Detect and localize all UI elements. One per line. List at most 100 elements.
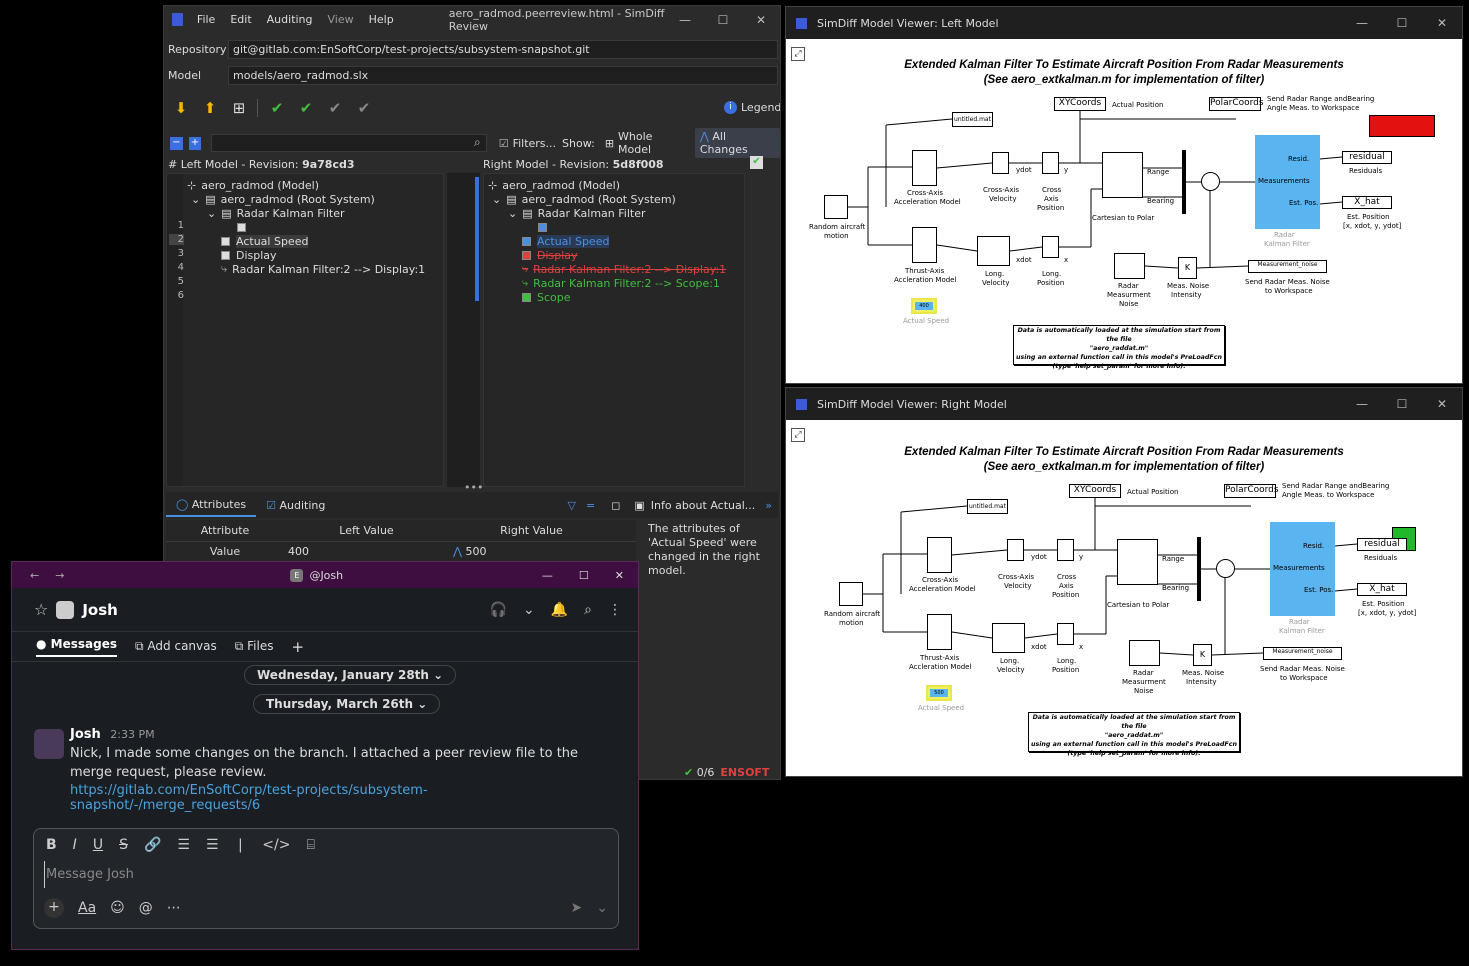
- cartesian-polar-block[interactable]: [1117, 539, 1158, 585]
- expand-right-icon[interactable]: »: [765, 499, 772, 512]
- tree-node-removed[interactable]: Display: [522, 248, 578, 262]
- measurement-noise-block[interactable]: Measurement_noise: [1248, 260, 1327, 273]
- plus-icon[interactable]: +: [44, 898, 64, 918]
- tree-node-added[interactable]: Scope: [522, 290, 571, 304]
- cartesian-polar-block[interactable]: [1102, 152, 1143, 198]
- more-icon[interactable]: ⋮: [608, 602, 622, 618]
- table-row[interactable]: Value 400 ⋀ 500: [166, 542, 636, 560]
- random-motion-block[interactable]: [839, 582, 863, 606]
- send-icon[interactable]: ➤: [571, 900, 583, 916]
- reviewed-check-icon[interactable]: ✔: [750, 156, 763, 169]
- menu-edit[interactable]: Edit: [230, 13, 251, 26]
- residual-block[interactable]: residual: [1357, 538, 1407, 551]
- mux-block[interactable]: [1197, 537, 1201, 601]
- equals-icon[interactable]: =: [586, 499, 595, 512]
- tree-node[interactable]: ⤷ Radar Kalman Filter:2 --> Display:1: [221, 262, 425, 276]
- cross-axis-vel-block[interactable]: [1007, 539, 1024, 561]
- radar-noise-block[interactable]: [1129, 640, 1160, 666]
- avatar[interactable]: [34, 729, 64, 759]
- close-icon[interactable]: ✕: [1422, 16, 1462, 30]
- minimize-icon[interactable]: —: [666, 13, 704, 27]
- tree-node[interactable]: ⌄ ▤ aero_radmod (Root System): [191, 192, 375, 206]
- bullet-list-icon[interactable]: ☰: [206, 837, 219, 853]
- chevron-down-icon[interactable]: ⌄: [523, 602, 535, 618]
- tree-node-removed[interactable]: ⤷ Radar Kalman Filter:2 --> Display:1: [522, 262, 726, 276]
- untitled-mat-block[interactable]: untitled.mat: [967, 499, 1008, 514]
- actual-speed-block[interactable]: 500: [926, 685, 952, 701]
- code-block-icon[interactable]: ⌸: [306, 837, 314, 853]
- tree-node-added[interactable]: ⤷ Radar Kalman Filter:2 --> Scope:1: [522, 276, 720, 290]
- check-gray-icon[interactable]: ✔: [324, 97, 346, 119]
- tree-node[interactable]: ⊹ aero_radmod (Model): [488, 178, 620, 192]
- thrust-axis-block[interactable]: [927, 614, 952, 650]
- check-all-icon[interactable]: ✔: [295, 97, 317, 119]
- cross-axis-pos-block[interactable]: [1042, 152, 1059, 174]
- more-icon[interactable]: ⋯: [167, 900, 181, 916]
- forward-arrow-icon[interactable]: →: [55, 569, 64, 582]
- collapse-icon[interactable]: −: [170, 136, 183, 150]
- mux-block[interactable]: [1182, 150, 1186, 214]
- filters-button[interactable]: Filters...: [513, 137, 556, 150]
- xhat-block[interactable]: X_hat: [1342, 196, 1392, 209]
- minimize-icon[interactable]: —: [542, 569, 553, 582]
- tree-node[interactable]: Display: [221, 248, 277, 262]
- date-divider[interactable]: Wednesday, January 28th ⌄: [244, 665, 457, 685]
- actual-speed-block[interactable]: 400: [911, 298, 937, 314]
- close-icon[interactable]: ✕: [615, 569, 624, 582]
- long-pos-block[interactable]: [1057, 623, 1074, 645]
- format-icon[interactable]: Aa: [78, 900, 96, 916]
- tab-auditing[interactable]: ☑ Auditing: [256, 495, 335, 516]
- scope-display-block[interactable]: [1369, 115, 1435, 137]
- bold-icon[interactable]: B: [46, 837, 57, 853]
- note-block[interactable]: Data is automatically loaded at the simu…: [1013, 325, 1225, 370]
- upload-icon[interactable]: ⬆: [199, 97, 221, 119]
- strike-icon[interactable]: S: [119, 837, 128, 853]
- polarcoords-block[interactable]: PolarCoords: [1209, 97, 1264, 111]
- measurement-noise-block[interactable]: Measurement_noise: [1263, 647, 1342, 660]
- headphones-icon[interactable]: 🎧: [490, 602, 507, 618]
- mention-icon[interactable]: @: [139, 900, 153, 916]
- tree-node[interactable]: ⌄ ▤ aero_radmod (Root System): [492, 192, 676, 206]
- long-vel-block[interactable]: [992, 623, 1025, 653]
- check-icon[interactable]: ✔: [266, 97, 288, 119]
- message-link[interactable]: https://gitlab.com/EnSoftCorp/test-proje…: [70, 783, 614, 813]
- expand-icon[interactable]: +: [188, 136, 202, 150]
- polarcoords-block[interactable]: PolarCoords: [1224, 484, 1279, 498]
- radar-noise-block[interactable]: [1114, 253, 1145, 279]
- cross-axis-accel-block[interactable]: [927, 537, 952, 573]
- menu-auditing[interactable]: Auditing: [267, 13, 313, 26]
- maximize-icon[interactable]: ☐: [1382, 16, 1422, 30]
- long-vel-block[interactable]: [977, 236, 1010, 266]
- maximize-icon[interactable]: ☐: [1382, 397, 1422, 411]
- all-changes-button[interactable]: ⋀ All Changes: [694, 128, 780, 158]
- diagram-canvas[interactable]: ⤢ Extended Kalman Filter To Estimate Airc…: [786, 39, 1462, 383]
- cross-axis-accel-block[interactable]: [912, 150, 937, 186]
- k-gain-block[interactable]: K: [1193, 644, 1212, 666]
- xycoords-block[interactable]: XYCoords: [1054, 97, 1106, 111]
- channel-user-name[interactable]: Josh: [82, 601, 118, 619]
- search-icon[interactable]: ⌕: [584, 602, 592, 618]
- tab-attributes[interactable]: ◯ Attributes: [166, 494, 257, 517]
- ordered-list-icon[interactable]: ☰: [177, 837, 190, 853]
- thrust-axis-block[interactable]: [912, 227, 937, 263]
- minimize-icon[interactable]: —: [1342, 16, 1382, 30]
- long-pos-block[interactable]: [1042, 236, 1059, 258]
- k-gain-block[interactable]: K: [1178, 257, 1197, 279]
- diagram-canvas[interactable]: ⤢ Extended Kalman Filter To Estimate Airc…: [786, 420, 1462, 776]
- download-icon[interactable]: ⬇: [170, 97, 192, 119]
- close-icon[interactable]: ✕: [1422, 397, 1462, 411]
- residual-block[interactable]: residual: [1342, 151, 1392, 164]
- repository-field[interactable]: git@gitlab.com:EnSoftCorp/test-projects/…: [228, 39, 778, 59]
- legend-button[interactable]: Legend: [741, 101, 780, 114]
- tree-node[interactable]: ⊹ aero_radmod (Model): [187, 178, 319, 192]
- cross-axis-pos-block[interactable]: [1057, 539, 1074, 561]
- tree-node[interactable]: [237, 220, 252, 234]
- filter-funnel-icon[interactable]: ▽: [568, 499, 576, 512]
- random-motion-block[interactable]: [824, 195, 848, 219]
- tab-files[interactable]: ⧉ Files: [235, 639, 274, 654]
- tree-node[interactable]: Actual Speed: [221, 234, 309, 248]
- sum-block[interactable]: [1216, 559, 1235, 578]
- close-icon[interactable]: ✕: [742, 13, 780, 27]
- tree-icon[interactable]: ⊞: [228, 97, 250, 119]
- quote-icon[interactable]: ❘: [235, 837, 247, 853]
